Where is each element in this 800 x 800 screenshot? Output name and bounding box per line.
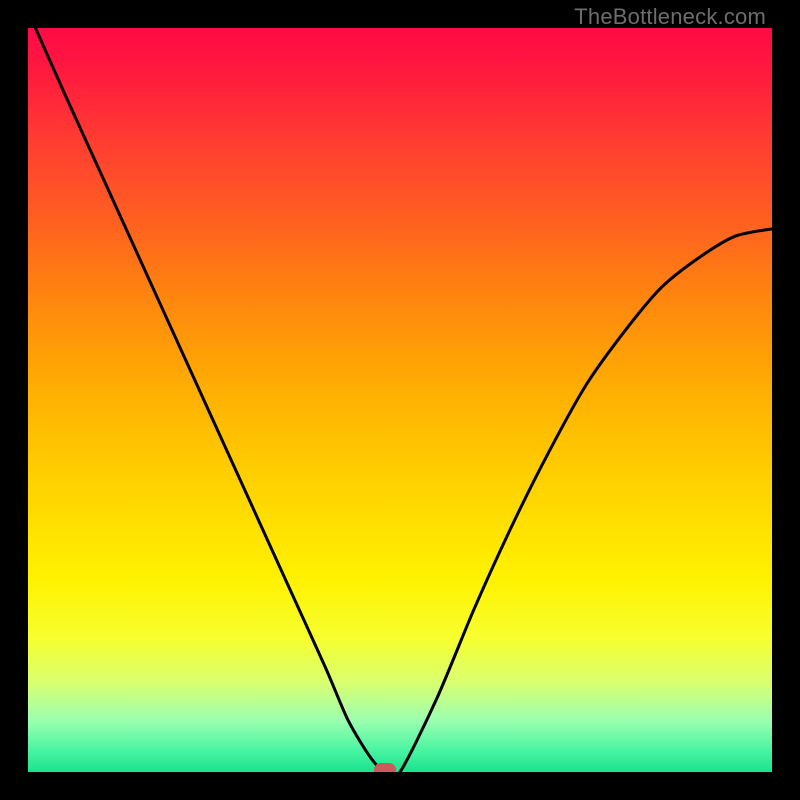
chart-frame: TheBottleneck.com (0, 0, 800, 800)
plot-area (28, 28, 772, 772)
optimal-marker (374, 763, 396, 772)
bottleneck-curve (28, 28, 772, 772)
watermark-text: TheBottleneck.com (574, 4, 766, 30)
